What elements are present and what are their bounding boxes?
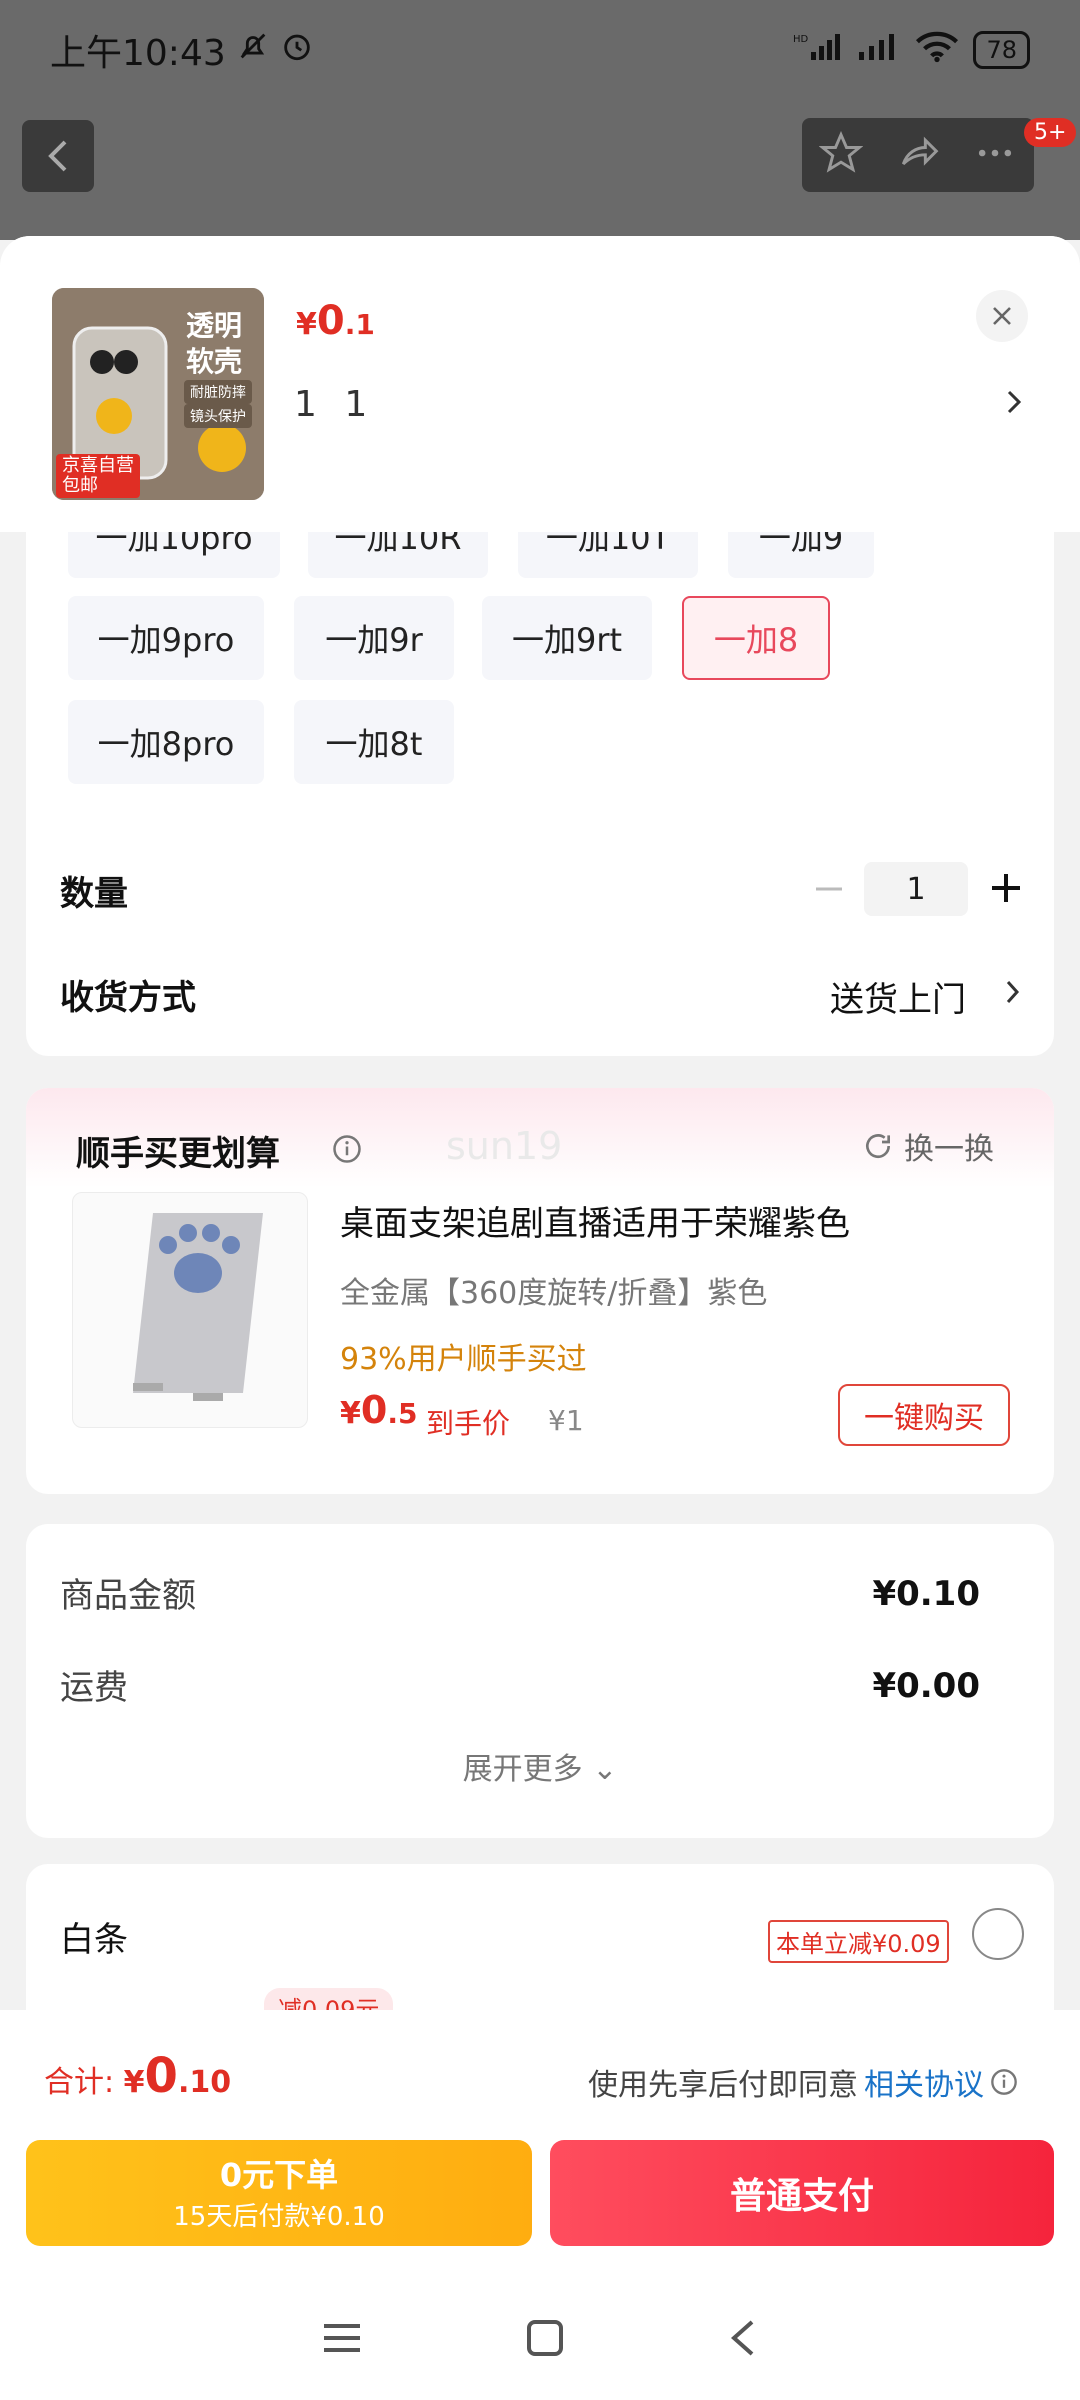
watermark-text: sun19 [446,1124,563,1168]
nav-action-group [802,118,1034,192]
delivery-label: 收货方式 [60,978,196,1018]
chevron-left-icon [48,140,67,172]
discount-tag: 本单立减¥0.09 [768,1920,949,1963]
recommend-title: 顺手买更划算 [76,1134,280,1174]
svg-text:HD: HD [793,34,809,45]
recommend-original-price: ¥1 [548,1404,584,1437]
chevron-right-icon[interactable] [1004,978,1022,1010]
shipping-value: ¥0.00 [872,1666,980,1706]
thumbnail-sub1: 耐脏防摔 [184,380,252,404]
spec-option[interactable]: 一加10T [518,532,698,578]
mute-bell-icon [236,29,270,72]
expand-more-button[interactable]: 展开更多 ⌄ [26,1744,1054,1788]
home-icon[interactable] [525,2318,565,2362]
selected-spec-text[interactable]: 1 1 [294,384,375,425]
quantity-input[interactable]: 1 [864,862,968,916]
product-header: 透明 软壳 耐脏防摔 镜头保护 京喜自营 包邮 ¥0.1 1 1 [0,236,1080,532]
spec-option[interactable]: 一加9pro [68,596,264,680]
recommend-price: ¥0.5 [340,1388,418,1432]
message-badge: 5+ [1024,118,1077,147]
chevron-right-icon[interactable] [1004,386,1024,422]
recommend-social-proof: 93%用户顺手买过 [340,1342,587,1377]
spec-option[interactable]: 一加9r [294,596,454,680]
spec-option[interactable]: 一加10pro [68,532,280,578]
system-navigation-bar [0,2300,1080,2380]
phone-stand-image [133,1213,263,1401]
quantity-decrease-button[interactable] [814,874,844,908]
spec-option-selected[interactable]: 一加8 [682,596,830,680]
spec-option[interactable]: 一加8pro [68,700,264,784]
goods-amount-value: ¥0.10 [872,1574,980,1614]
menu-icon[interactable] [322,2318,362,2362]
product-price: ¥0.1 [296,298,375,344]
favorite-star-icon[interactable] [818,130,864,179]
more-icon[interactable] [973,131,1017,179]
pay-later-button[interactable]: 0元下单 15天后付款¥0.10 [26,2140,532,2246]
status-bar: 上午10:43 HD 78 [0,0,1080,100]
normal-pay-button[interactable]: 普通支付 [550,2140,1054,2246]
delivery-method-value[interactable]: 送货上门 [830,972,966,1021]
refresh-icon [866,1134,891,1159]
wifi-icon [915,31,959,70]
thumbnail-sub2: 镜头保护 [184,404,252,428]
product-thumbnail[interactable]: 透明 软壳 耐脏防摔 镜头保护 京喜自营 包邮 [52,288,264,500]
agreement-text: 使用先享后付即同意 相关协议 [588,2060,1018,2104]
share-icon[interactable] [896,131,940,179]
alarm-icon [280,29,314,72]
recommend-product-name[interactable]: 桌面支架追剧直播适用于荣耀紫色 [340,1196,850,1245]
quantity-increase-button[interactable] [990,872,1022,908]
back-button[interactable] [22,120,94,192]
free-shipping-tag: 京喜自营 包邮 [56,454,140,498]
baitiao-label: 白条 [60,1920,128,1960]
goods-amount-label: 商品金额 [60,1576,196,1616]
swap-button[interactable]: 换一换 [862,1124,994,1168]
thumbnail-title: 透明 软壳 [185,309,242,378]
agreement-link[interactable]: 相关协议 [864,2060,984,2104]
signal-icon: HD [793,32,843,69]
info-icon[interactable] [990,2068,1018,2096]
recommend-product-image[interactable] [72,1192,308,1428]
spec-options-card: 一加10pro 一加10R 一加10T 一加9 一加9pro 一加9r 一加9r… [26,532,1054,1056]
shipping-label: 运费 [60,1668,128,1708]
spec-option[interactable]: 一加10R [308,532,488,578]
spec-option[interactable]: 一加9rt [482,596,652,680]
back-icon[interactable] [728,2318,758,2362]
recommend-card: 顺手买更划算 sun19 换一换 桌面支架追剧直播适用于荣耀紫色 全金属【360… [26,1088,1054,1494]
baitiao-radio[interactable] [972,1908,1024,1960]
spec-option[interactable]: 一加8t [294,700,454,784]
one-click-buy-button[interactable]: 一键购买 [838,1384,1010,1446]
status-time: 上午10:43 [50,33,226,74]
recommend-price-label: 到手价 [426,1407,511,1440]
total-amount: 合计: ¥0.10 [44,2048,232,2104]
spec-option[interactable]: 一加9 [728,532,874,578]
quantity-label: 数量 [60,874,128,914]
info-icon[interactable] [332,1134,362,1168]
signal-icon-2 [857,32,901,69]
close-icon [993,307,1011,325]
fee-summary-card: 商品金额 ¥0.10 运费 ¥0.00 展开更多 ⌄ [26,1524,1054,1838]
recommend-product-spec: 全金属【360度旋转/折叠】紫色 [340,1276,768,1311]
close-button[interactable] [976,290,1028,342]
battery-indicator: 78 [973,31,1030,69]
